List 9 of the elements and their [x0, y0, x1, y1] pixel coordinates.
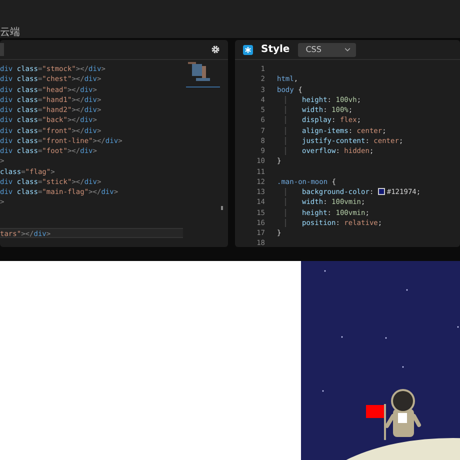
- settings-icon[interactable]: [211, 45, 220, 54]
- project-name: 云端: [0, 27, 20, 38]
- caret-icon: [344, 48, 350, 52]
- panel-title: Style: [261, 43, 290, 57]
- color-swatch[interactable]: [378, 188, 385, 195]
- scrollbar-thumb[interactable]: [221, 206, 223, 210]
- minimap-drawing[interactable]: [186, 60, 222, 90]
- language-select[interactable]: CSS: [298, 42, 356, 56]
- asterisk-icon: [243, 44, 253, 54]
